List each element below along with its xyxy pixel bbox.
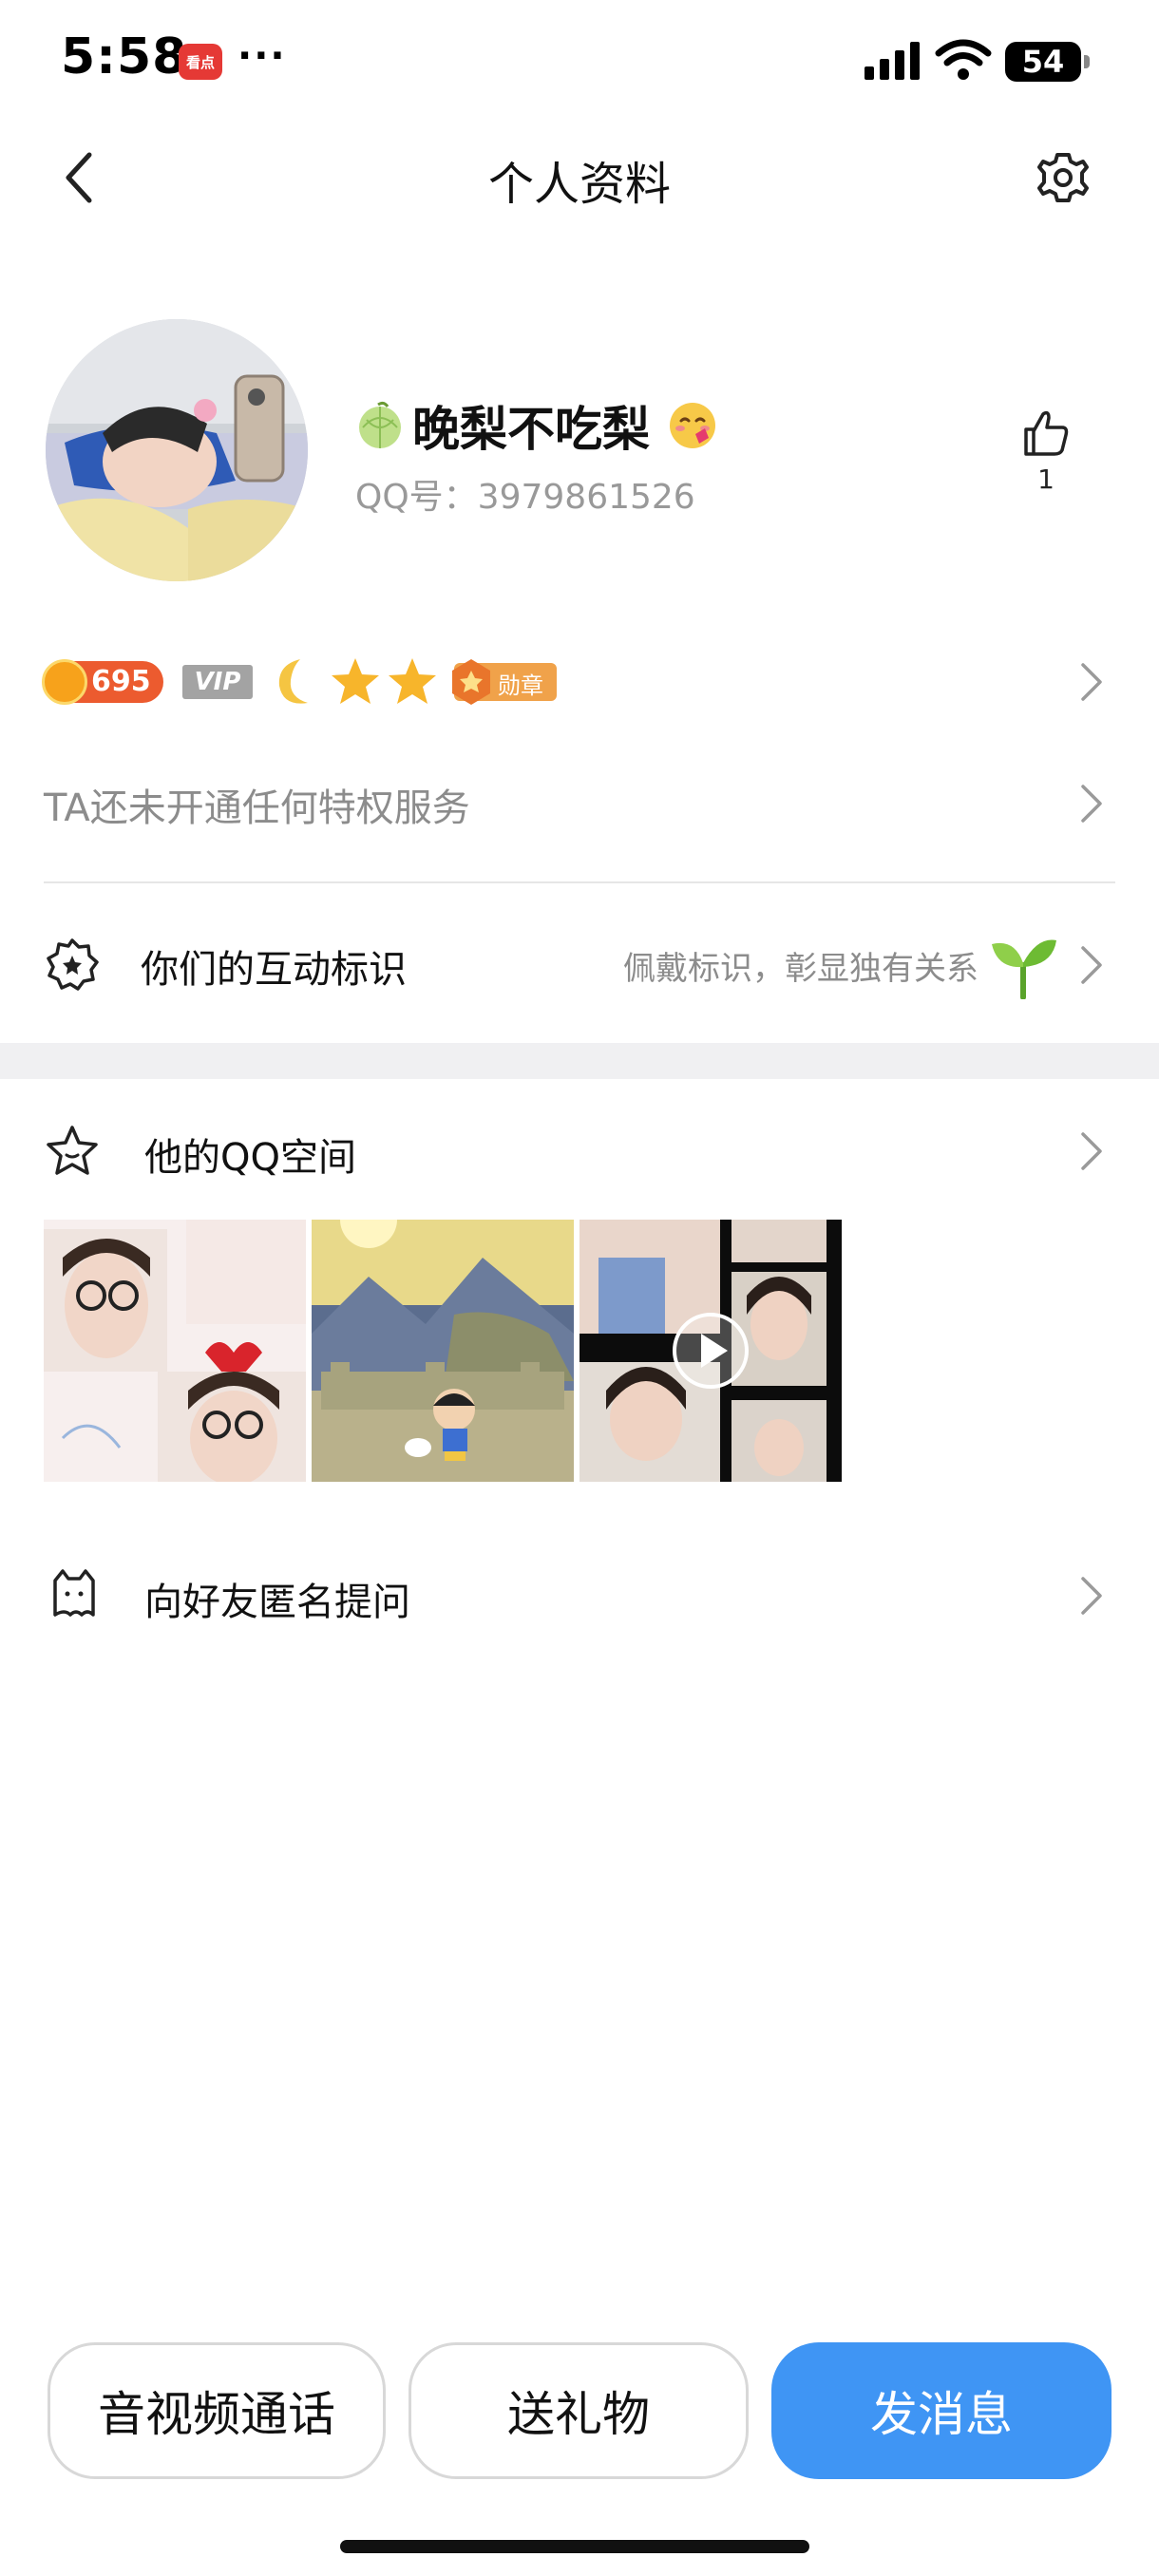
coin-value: 695 bbox=[91, 665, 151, 698]
status-more-dots: ··· bbox=[238, 34, 287, 78]
divider bbox=[44, 881, 1115, 883]
privilege-text: TA还未开通任何特权服务 bbox=[44, 786, 470, 830]
qzone-photo-thumbnail[interactable] bbox=[312, 1220, 574, 1482]
avatar-photo bbox=[46, 319, 308, 581]
home-indicator bbox=[340, 2540, 809, 2553]
status-time: 5:58 bbox=[61, 28, 188, 85]
qq-number: QQ号：3979861526 bbox=[355, 478, 695, 517]
nickname: 晚梨不吃梨 bbox=[412, 402, 650, 457]
medal-icon bbox=[452, 659, 490, 705]
send-message-button[interactable]: 发消息 bbox=[771, 2342, 1112, 2479]
coin-badge: 695 bbox=[42, 659, 163, 705]
chevron-right-icon bbox=[1081, 785, 1102, 823]
nav-bar: 个人资料 bbox=[0, 125, 1159, 230]
star-outline-icon bbox=[47, 1126, 98, 1175]
moon-icon bbox=[278, 659, 308, 704]
cellular-signal-icon bbox=[864, 42, 920, 80]
qzone-video-thumbnail[interactable] bbox=[580, 1220, 842, 1482]
section-separator bbox=[0, 1043, 1159, 1079]
battery-indicator: 54 bbox=[1005, 42, 1081, 82]
qzone-row[interactable]: 他的QQ空间 bbox=[44, 1113, 1117, 1189]
privilege-row[interactable]: TA还未开通任何特权服务 bbox=[44, 769, 1117, 836]
qzone-label: 他的QQ空间 bbox=[144, 1136, 356, 1180]
gear-icon bbox=[1037, 153, 1089, 202]
cartoon-landscape-photo bbox=[312, 1220, 574, 1482]
vip-badge: VIP bbox=[182, 665, 253, 699]
chevron-right-icon bbox=[1081, 1577, 1102, 1615]
like-button[interactable] bbox=[1011, 399, 1081, 465]
medal-label: 勋章 bbox=[498, 672, 543, 699]
nickname-row: 晚梨不吃梨 bbox=[355, 391, 718, 460]
battery-tip bbox=[1084, 55, 1090, 68]
sprout-icon bbox=[992, 939, 1056, 999]
chevron-right-icon bbox=[1081, 663, 1102, 701]
interaction-mark-hint: 佩戴标识，彰显独有关系 bbox=[623, 950, 978, 988]
badge-gear-icon bbox=[47, 938, 99, 991]
page-title: 个人资料 bbox=[487, 158, 671, 211]
thumbs-up-icon bbox=[1024, 410, 1069, 456]
level-badge-row[interactable]: 695 VIP 勋章 bbox=[42, 655, 1117, 709]
hugging-face-emoji-icon bbox=[670, 403, 715, 448]
wifi-icon bbox=[935, 39, 992, 80]
settings-button[interactable] bbox=[1032, 146, 1094, 209]
status-bar: 5:58 看点 ··· 54 bbox=[0, 0, 1159, 125]
video-collage-photo bbox=[580, 1220, 842, 1482]
coin-icon bbox=[42, 659, 87, 705]
send-gift-button[interactable]: 送礼物 bbox=[408, 2342, 749, 2479]
interaction-mark-label: 你们的互动标识 bbox=[141, 948, 407, 992]
qzone-photo-thumbnail[interactable] bbox=[44, 1220, 306, 1482]
interaction-mark-row[interactable]: 你们的互动标识 佩戴标识，彰显独有关系 bbox=[44, 921, 1117, 1007]
anonymous-question-label: 向好友匿名提问 bbox=[144, 1581, 410, 1624]
ghost-cat-icon bbox=[53, 1569, 95, 1617]
like-count: 1 bbox=[1037, 464, 1054, 495]
chevron-right-icon bbox=[1081, 946, 1102, 984]
chevron-right-icon bbox=[1081, 1132, 1102, 1170]
star-icon bbox=[332, 658, 379, 704]
star-icon bbox=[389, 658, 436, 704]
video-call-button[interactable]: 音视频通话 bbox=[48, 2342, 386, 2479]
kandian-app-icon: 看点 bbox=[179, 44, 222, 80]
anonymous-question-row[interactable]: 向好友匿名提问 bbox=[44, 1558, 1117, 1634]
medal-badge: 勋章 bbox=[452, 659, 557, 705]
melon-emoji-icon bbox=[359, 401, 401, 448]
collage-photo bbox=[44, 1220, 306, 1482]
avatar[interactable] bbox=[46, 319, 308, 581]
